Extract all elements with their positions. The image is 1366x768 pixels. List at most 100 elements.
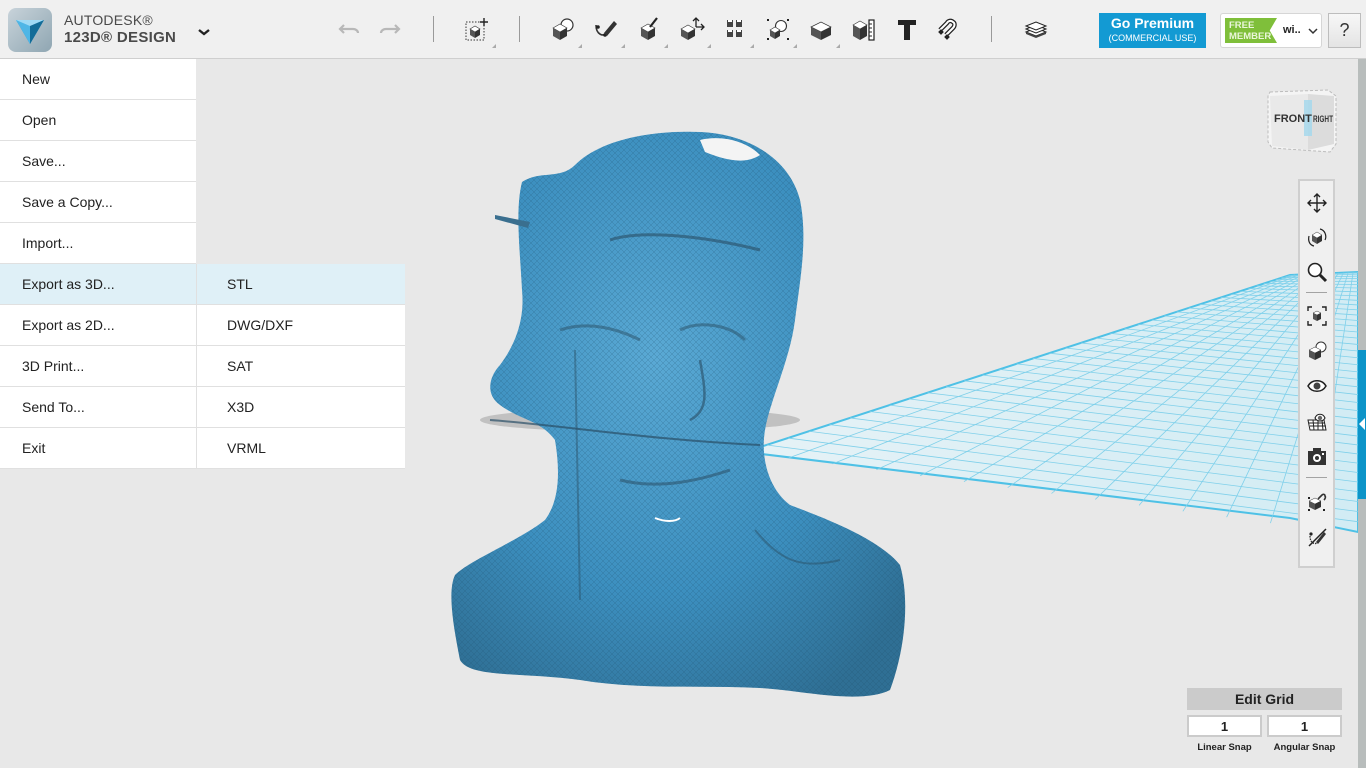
toolbar-separator — [519, 16, 520, 42]
export-format-x3d[interactable]: X3D — [197, 387, 405, 428]
hide-sketches-button[interactable] — [1303, 523, 1330, 550]
grouping-icon — [767, 19, 789, 40]
bust-model[interactable] — [451, 131, 906, 697]
transform-icon — [465, 18, 488, 41]
pan-icon — [1306, 192, 1327, 213]
construct-icon — [640, 17, 658, 40]
measure-tool[interactable] — [847, 12, 881, 46]
combine-icon — [810, 21, 832, 40]
badge-line1: FREE — [1229, 20, 1255, 31]
go-premium-button[interactable]: Go Premium (COMMERCIAL USE) — [1099, 13, 1206, 48]
export-format-vrml[interactable]: VRML — [197, 428, 405, 469]
chevron-down-icon — [198, 29, 210, 36]
measure-icon — [852, 19, 875, 41]
construct-tool[interactable] — [632, 12, 668, 48]
menu-item-save[interactable]: Save... — [0, 141, 196, 182]
free-member-badge: FREE MEMBER — [1225, 18, 1277, 43]
menu-item-save-a-copy[interactable]: Save a Copy... — [0, 182, 196, 223]
grouping-tool[interactable] — [761, 12, 797, 48]
edit-grid-button[interactable]: Edit Grid — [1187, 688, 1342, 710]
redo-icon — [379, 24, 401, 34]
snap-object-icon — [1307, 493, 1326, 511]
menu-item-open[interactable]: Open — [0, 100, 196, 141]
snap-objects-button[interactable] — [1303, 487, 1330, 514]
linear-snap-input[interactable] — [1187, 715, 1262, 737]
viewcube-front-label: FRONT — [1274, 113, 1312, 125]
top-toolbar: AUTODESK® 123D® DESIGN Go Premium (COMME… — [0, 0, 1366, 59]
grid-visibility-button[interactable] — [1303, 407, 1330, 434]
redo-button[interactable] — [373, 12, 407, 46]
premium-subtitle: (COMMERCIAL USE) — [1108, 33, 1197, 43]
zoom-button[interactable] — [1303, 258, 1330, 285]
viewcube-right-label: RIGHT — [1313, 114, 1333, 124]
camera-icon — [1307, 447, 1326, 465]
modify-icon — [680, 17, 705, 40]
navbar-separator — [1306, 292, 1327, 293]
export-3d-submenu: STL DWG/DXF SAT X3D VRML — [196, 264, 405, 469]
edit-grid-panel: Edit Grid Linear Snap Angular Snap — [1187, 688, 1342, 753]
export-format-stl[interactable]: STL — [197, 264, 405, 305]
angular-snap-input[interactable] — [1267, 715, 1342, 737]
brand-line1: AUTODESK® — [64, 12, 153, 28]
ground-grid — [744, 270, 1358, 534]
menu-item-send-to[interactable]: Send To... — [0, 387, 196, 428]
undo-button[interactable] — [332, 12, 366, 46]
toolbar-separator — [991, 16, 992, 42]
angular-snap-label: Angular Snap — [1273, 742, 1336, 753]
grid-eye-icon — [1306, 413, 1327, 430]
toolbar-separator — [433, 16, 434, 42]
export-format-sat[interactable]: SAT — [197, 346, 405, 387]
screenshot-button[interactable] — [1303, 442, 1330, 469]
brand: AUTODESK® 123D® DESIGN — [64, 13, 176, 45]
help-button[interactable]: ? — [1328, 13, 1361, 48]
transform-tool[interactable] — [460, 12, 496, 48]
view-cube[interactable]: FRONT RIGHT — [1262, 82, 1342, 162]
menu-item-export-as-3d[interactable]: Export as 3D... — [0, 264, 196, 305]
pan-button[interactable] — [1303, 189, 1330, 216]
expand-panel-tab[interactable] — [1358, 350, 1366, 499]
username: wi.. — [1283, 24, 1301, 36]
navbar-separator — [1306, 477, 1327, 478]
eye-icon — [1306, 379, 1327, 392]
premium-title: Go Premium — [1110, 15, 1195, 31]
menu-item-3d-print[interactable]: 3D Print... — [0, 346, 196, 387]
materials-outlines-icon — [1307, 341, 1326, 360]
fit-view-button[interactable] — [1303, 302, 1330, 329]
snap-tool[interactable] — [933, 12, 967, 46]
account-menu[interactable]: FREE MEMBER wi.. — [1220, 13, 1322, 48]
zoom-icon — [1307, 262, 1327, 282]
primitives-tool[interactable] — [546, 12, 582, 48]
pattern-tool[interactable] — [718, 12, 754, 48]
export-format-dwg-dxf[interactable]: DWG/DXF — [197, 305, 405, 346]
navigation-bar — [1298, 179, 1335, 568]
text-icon — [898, 20, 916, 40]
badge-line2: MEMBER — [1229, 31, 1272, 42]
app-window: AUTODESK® 123D® DESIGN Go Premium (COMME… — [0, 0, 1366, 768]
fit-view-icon — [1306, 305, 1327, 326]
menu-item-export-as-2d[interactable]: Export as 2D... — [0, 305, 196, 346]
modify-tool[interactable] — [675, 12, 711, 48]
menu-item-import[interactable]: Import... — [0, 223, 196, 264]
hide-sketch-icon — [1307, 527, 1327, 547]
undo-icon — [338, 24, 360, 34]
orbit-button[interactable] — [1303, 223, 1330, 250]
text-tool[interactable] — [890, 12, 924, 46]
linear-snap-label: Linear Snap — [1197, 742, 1252, 753]
materials-outlines-button[interactable] — [1303, 337, 1330, 364]
magnet-icon — [938, 18, 957, 40]
pattern-icon — [727, 20, 742, 37]
combine-tool[interactable] — [804, 12, 840, 48]
menu-item-new[interactable]: New — [0, 59, 196, 100]
chevron-down-icon — [1308, 28, 1318, 35]
file-menu: New Open Save... Save a Copy... Import... Exp… — [0, 59, 196, 469]
app-menu-toggle[interactable] — [192, 20, 216, 44]
material-layers-icon — [1024, 21, 1048, 38]
material-tool[interactable] — [1019, 12, 1053, 46]
sketch-tool[interactable] — [589, 12, 625, 48]
brand-line2: 123D® DESIGN — [64, 29, 177, 46]
orbit-icon — [1307, 227, 1326, 247]
menu-item-exit[interactable]: Exit — [0, 428, 196, 469]
visibility-button[interactable] — [1303, 372, 1330, 399]
primitives-icon — [552, 18, 574, 40]
sketch-icon — [595, 21, 617, 37]
